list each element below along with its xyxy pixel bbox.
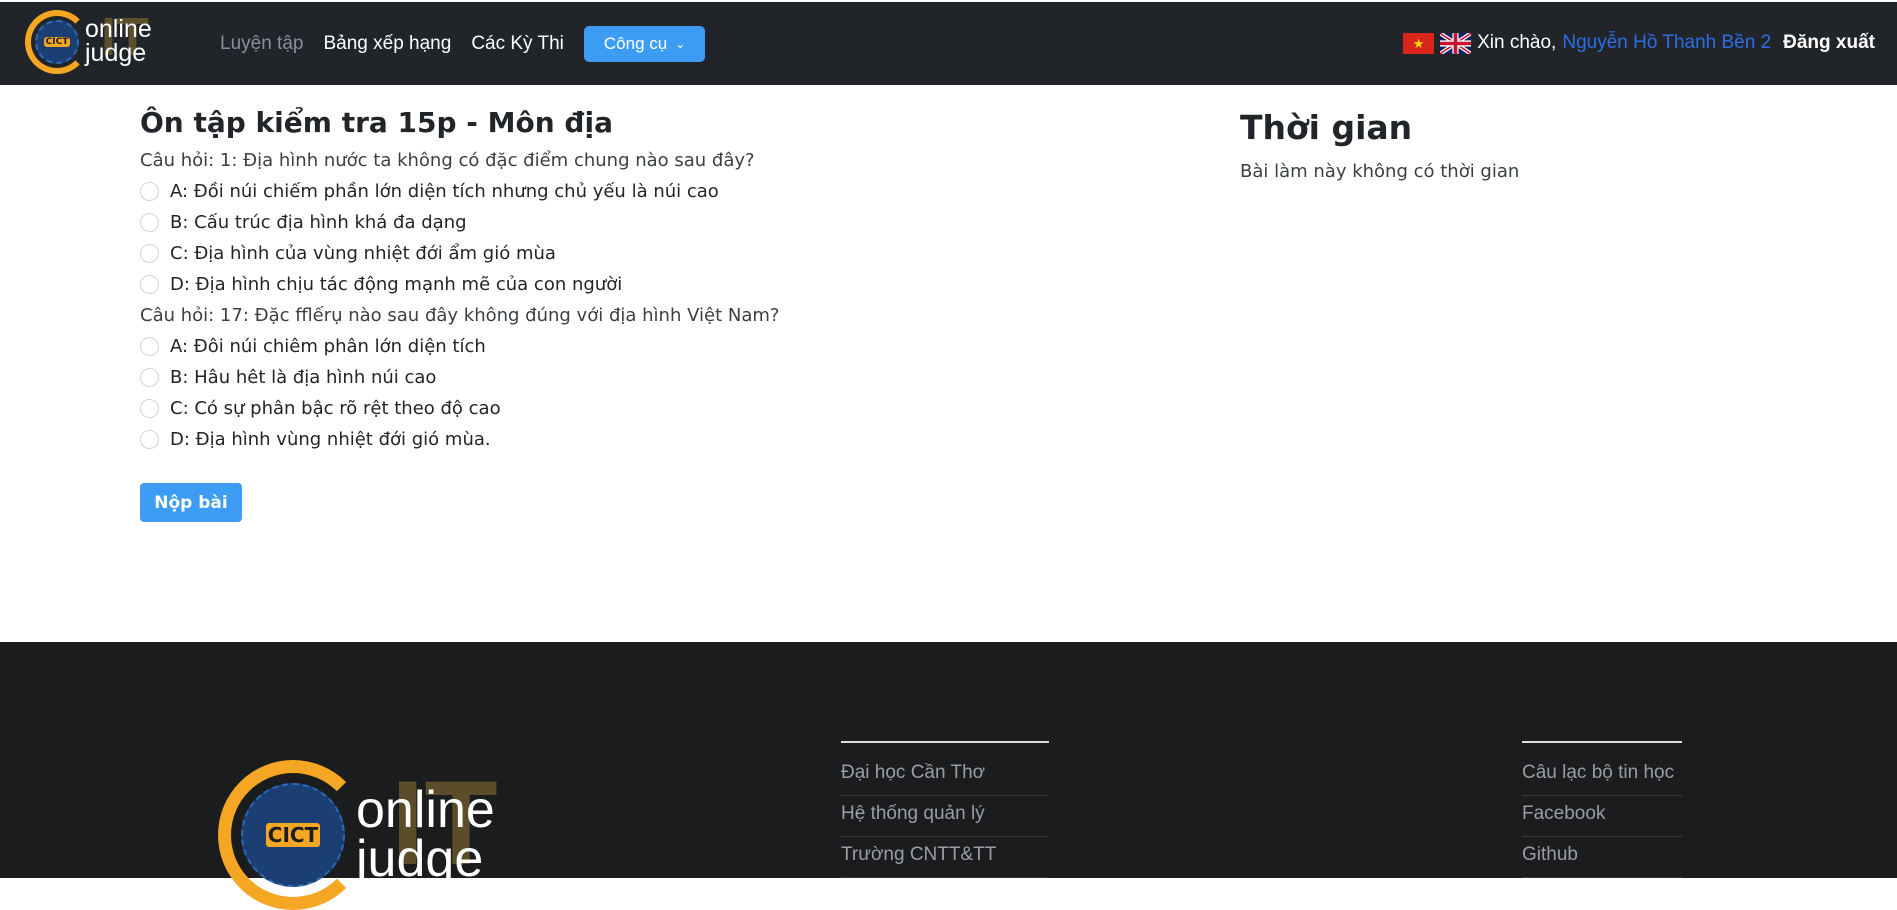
option-label: B: Cấu trúc địa hình khá đa dạng — [170, 212, 467, 233]
radio-button[interactable] — [140, 213, 159, 232]
answer-option[interactable]: D: Địa hình vùng nhiệt đới gió mùa. — [140, 424, 1040, 455]
submit-button[interactable]: Nộp bài — [140, 483, 242, 522]
navbar: CICT IT online judge Luyện tập Bảng xếp … — [0, 2, 1897, 85]
answer-option[interactable]: D: Địa hình chịu tác động mạnh mẽ của co… — [140, 269, 1040, 300]
chevron-down-icon: ⌄ — [675, 37, 686, 51]
answer-option[interactable]: B: Hâu hêt là địa hình núi cao — [140, 362, 1040, 393]
logo-text-2: judge — [85, 39, 147, 67]
option-label: D: Địa hình chịu tác động mạnh mẽ của co… — [170, 274, 623, 295]
timer-title: Thời gian — [1240, 108, 1413, 147]
main-menu: Luyện tập Bảng xếp hạng Các Kỳ Thi Công … — [220, 26, 706, 62]
logo-badge: CICT — [43, 37, 71, 47]
greeting: Xin chào, — [1477, 32, 1557, 53]
footer-link[interactable]: Hệ thống quản lý — [841, 796, 1049, 837]
radio-button[interactable] — [140, 244, 159, 263]
logout-button[interactable]: Đăng xuất — [1783, 32, 1875, 54]
uk-flag-icon[interactable] — [1440, 32, 1472, 54]
option-label: B: Hâu hêt là địa hình núi cao — [170, 367, 437, 388]
nav-leaderboard[interactable]: Bảng xếp hạng — [323, 33, 451, 55]
footer: CICT IT online judge Đại học Cần Thơ Hệ … — [0, 642, 1897, 910]
footer-links-2: Câu lạc bộ tin học Facebook Github — [1522, 741, 1682, 878]
tools-dropdown[interactable]: Công cụ ⌄ — [583, 26, 706, 62]
answer-option[interactable]: A: Đồi núi chiếm phần lớn diện tích nhưn… — [140, 176, 1040, 207]
logo-emblem: CICT — [25, 10, 89, 74]
quiz: Ôn tập kiểm tra 15p - Môn địa Câu hỏi: 1… — [140, 106, 1040, 522]
logo-emblem: CICT — [218, 760, 368, 910]
tools-label: Công cụ — [603, 34, 668, 53]
radio-button[interactable] — [140, 368, 159, 387]
logo-text-1: online — [356, 780, 495, 839]
footer-links-1: Đại học Cần Thơ Hệ thống quản lý Trường … — [841, 741, 1049, 878]
user-link[interactable]: Nguyễn Hồ Thanh Bền 2 — [1562, 32, 1771, 54]
nav-practice[interactable]: Luyện tập — [220, 33, 303, 55]
answer-option[interactable]: A: Đôi núi chiêm phân lớn diện tích — [140, 331, 1040, 362]
footer-link[interactable]: Đại học Cần Thơ — [841, 755, 1049, 796]
vietnam-flag-icon[interactable]: ★ — [1403, 32, 1435, 54]
logo-text-2: judge — [356, 830, 484, 888]
logo-badge: CICT — [265, 823, 321, 847]
option-label: D: Địa hình vùng nhiệt đới gió mùa. — [170, 429, 491, 450]
radio-button[interactable] — [140, 275, 159, 294]
option-label: C: Địa hình của vùng nhiệt đới ẩm gió mù… — [170, 243, 556, 264]
page-title: Ôn tập kiểm tra 15p - Môn địa — [140, 106, 613, 139]
footer-link[interactable]: Câu lạc bộ tin học — [1522, 755, 1682, 796]
answer-option[interactable]: B: Cấu trúc địa hình khá đa dạng — [140, 207, 1040, 238]
radio-button[interactable] — [140, 337, 159, 356]
footer-link[interactable]: Facebook — [1522, 796, 1682, 837]
option-label: A: Đôi núi chiêm phân lớn diện tích — [170, 336, 486, 357]
radio-button[interactable] — [140, 399, 159, 418]
footer-link[interactable]: Trường CNTT&TT — [841, 837, 1049, 878]
timer-text: Bài làm này không có thời gian — [1240, 161, 1520, 182]
option-label: C: Có sự phân bậc rõ rệt theo độ cao — [170, 398, 501, 419]
footer-logo: CICT IT online judge — [218, 760, 498, 910]
question: Câu hỏi: 1: Địa hình nước ta không có đặ… — [140, 150, 755, 171]
option-label: A: Đồi núi chiếm phần lớn diện tích nhưn… — [170, 181, 719, 202]
logo[interactable]: CICT IT online judge — [25, 10, 152, 74]
question: Câu hỏi: 17: Đặc fflếrụ nào sau đây khôn… — [140, 305, 780, 326]
answer-option[interactable]: C: Có sự phân bậc rõ rệt theo độ cao — [140, 393, 1040, 424]
radio-button[interactable] — [140, 182, 159, 201]
answer-option[interactable]: C: Địa hình của vùng nhiệt đới ẩm gió mù… — [140, 238, 1040, 269]
footer-link[interactable]: Github — [1522, 837, 1682, 878]
timer-panel: Thời gian Bài làm này không có thời gian — [1240, 108, 1519, 182]
radio-button[interactable] — [140, 430, 159, 449]
nav-contests[interactable]: Các Kỳ Thi — [471, 33, 564, 55]
